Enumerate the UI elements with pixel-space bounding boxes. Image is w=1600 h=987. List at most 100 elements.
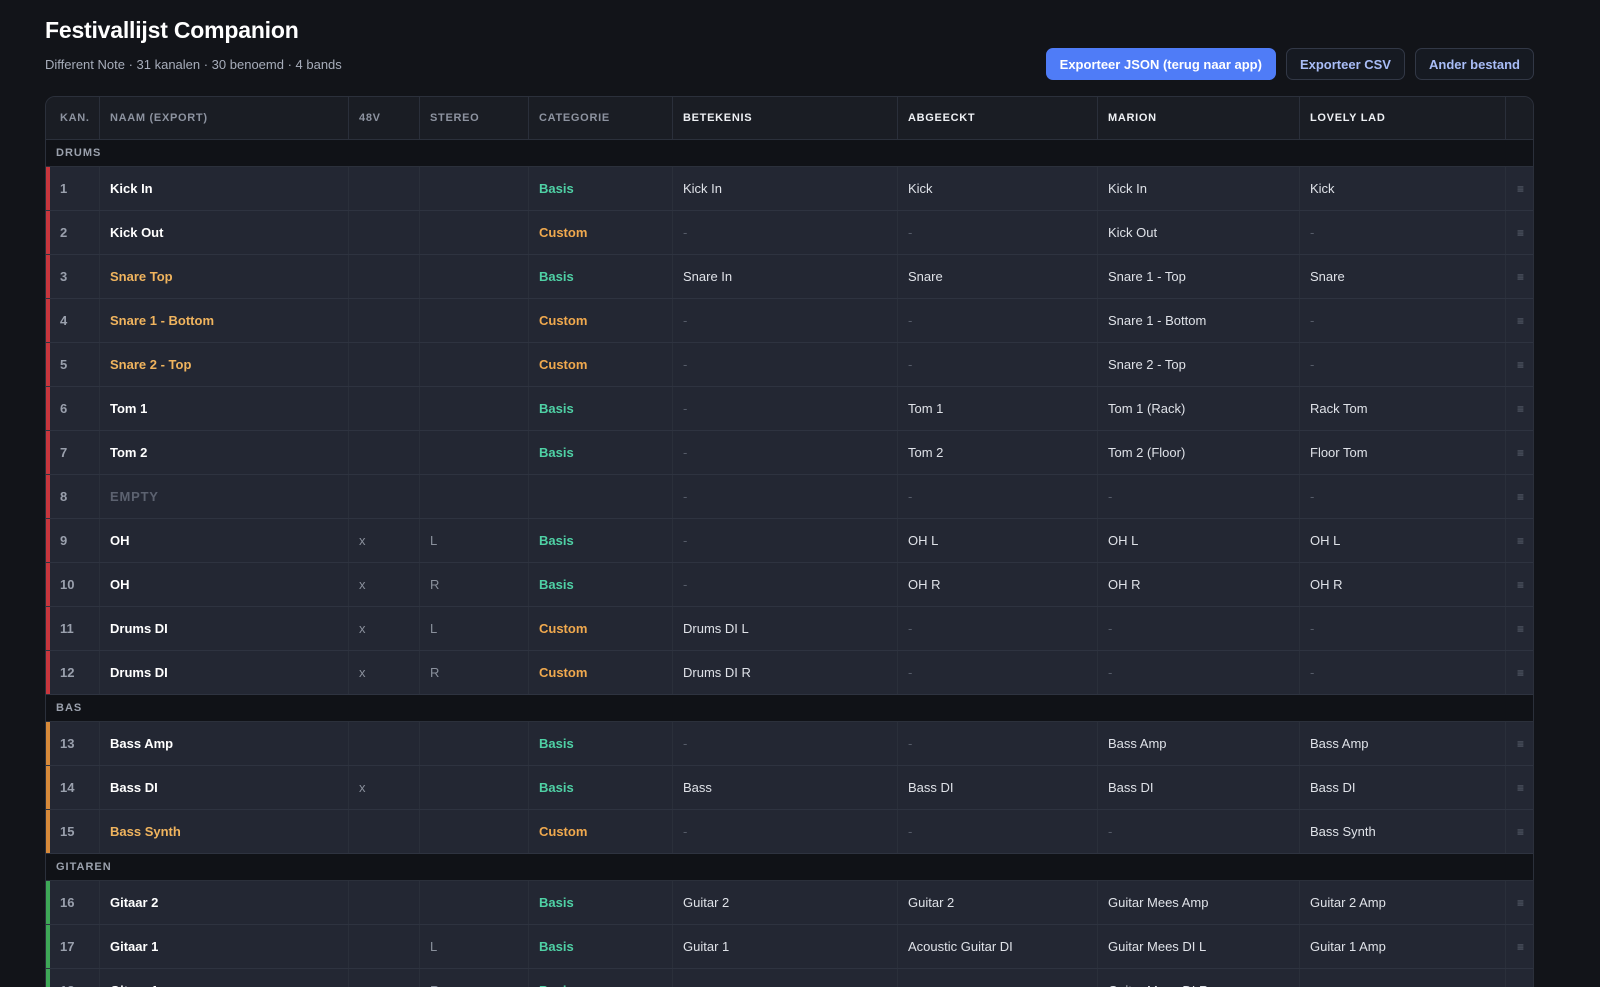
stereo-cell[interactable] — [420, 299, 529, 342]
drag-handle-icon[interactable]: ≡ — [1517, 314, 1524, 328]
phantom-48v-cell[interactable] — [349, 299, 420, 342]
category-cell[interactable]: Custom — [529, 607, 673, 650]
abgeeckt-cell[interactable]: Guitar 2 — [898, 881, 1098, 924]
channel-name[interactable]: Snare 1 - Bottom — [100, 299, 349, 342]
channel-name[interactable]: Snare Top — [100, 255, 349, 298]
drag-handle-icon[interactable]: ≡ — [1517, 940, 1524, 954]
abgeeckt-cell[interactable]: Acoustic Guitar DI — [898, 925, 1098, 968]
channel-name[interactable]: Gitaar 1 — [100, 925, 349, 968]
betekenis-cell[interactable]: Snare In — [673, 255, 898, 298]
betekenis-cell[interactable]: - — [673, 810, 898, 853]
export-json-button[interactable]: Exporteer JSON (terug naar app) — [1045, 48, 1276, 80]
betekenis-cell[interactable]: Guitar 2 — [673, 881, 898, 924]
column-header-48v[interactable]: 48V — [349, 97, 420, 139]
stereo-cell[interactable] — [420, 722, 529, 765]
abgeeckt-cell[interactable]: OH R — [898, 563, 1098, 606]
table-row[interactable]: 1 Kick In Basis Kick In Kick Kick In Kick ≡ — [46, 167, 1533, 211]
table-row[interactable]: 14 Bass DI x Basis Bass Bass DI Bass DI Bass DI… — [46, 766, 1533, 810]
lovely-lad-cell[interactable]: - — [1300, 211, 1506, 254]
stereo-cell[interactable] — [420, 431, 529, 474]
abgeeckt-cell[interactable]: - — [898, 607, 1098, 650]
lovely-lad-cell[interactable]: Kick — [1300, 167, 1506, 210]
channel-name[interactable]: Tom 1 — [100, 387, 349, 430]
stereo-cell[interactable] — [420, 881, 529, 924]
marion-cell[interactable]: - — [1098, 651, 1300, 694]
stereo-cell[interactable] — [420, 343, 529, 386]
drag-handle-icon[interactable]: ≡ — [1517, 446, 1524, 460]
stereo-cell[interactable]: R — [420, 651, 529, 694]
abgeeckt-cell[interactable]: - — [898, 343, 1098, 386]
table-row[interactable]: 4 Snare 1 - Bottom Custom - - Snare 1 - Botto… — [46, 299, 1533, 343]
phantom-48v-cell[interactable]: x — [349, 563, 420, 606]
phantom-48v-cell[interactable] — [349, 475, 420, 518]
category-cell[interactable]: Custom — [529, 299, 673, 342]
column-header-betekenis[interactable]: BETEKENIS — [673, 97, 898, 139]
channel-name[interactable]: Bass DI — [100, 766, 349, 809]
stereo-cell[interactable] — [420, 211, 529, 254]
category-cell[interactable] — [529, 475, 673, 518]
marion-cell[interactable]: Kick In — [1098, 167, 1300, 210]
lovely-lad-cell[interactable]: Snare — [1300, 255, 1506, 298]
phantom-48v-cell[interactable]: x — [349, 607, 420, 650]
phantom-48v-cell[interactable] — [349, 387, 420, 430]
channel-name[interactable]: Bass Amp — [100, 722, 349, 765]
lovely-lad-cell[interactable]: - — [1300, 651, 1506, 694]
table-row[interactable]: 10 OH x R Basis - OH R OH R OH R ≡ — [46, 563, 1533, 607]
table-row[interactable]: 11 Drums DI x L Custom Drums DI L - - - ≡ — [46, 607, 1533, 651]
channel-name[interactable]: Kick Out — [100, 211, 349, 254]
category-cell[interactable]: Basis — [529, 881, 673, 924]
table-row[interactable]: 3 Snare Top Basis Snare In Snare Snare 1 - To… — [46, 255, 1533, 299]
table-row[interactable]: 9 OH x L Basis - OH L OH L OH L ≡ — [46, 519, 1533, 563]
category-cell[interactable]: Custom — [529, 810, 673, 853]
lovely-lad-cell[interactable]: Guitar 1 Amp — [1300, 925, 1506, 968]
abgeeckt-cell[interactable]: - — [898, 810, 1098, 853]
table-row[interactable]: 15 Bass Synth Custom - - - Bass Synth ≡ — [46, 810, 1533, 854]
stereo-cell[interactable] — [420, 475, 529, 518]
stereo-cell[interactable]: R — [420, 563, 529, 606]
channel-name[interactable]: EMPTY — [100, 475, 349, 518]
betekenis-cell[interactable]: - — [673, 722, 898, 765]
category-cell[interactable]: Basis — [529, 387, 673, 430]
channel-name[interactable]: Tom 2 — [100, 431, 349, 474]
column-header-categorie[interactable]: CATEGORIE — [529, 97, 673, 139]
column-header-stereo[interactable]: STEREO — [420, 97, 529, 139]
marion-cell[interactable]: Guitar Mees DI L — [1098, 925, 1300, 968]
drag-handle-icon[interactable]: ≡ — [1517, 666, 1524, 680]
phantom-48v-cell[interactable] — [349, 431, 420, 474]
drag-handle-icon[interactable]: ≡ — [1517, 825, 1524, 839]
betekenis-cell[interactable]: - — [673, 211, 898, 254]
export-csv-button[interactable]: Exporteer CSV — [1285, 48, 1405, 80]
marion-cell[interactable]: OH R — [1098, 563, 1300, 606]
drag-handle-icon[interactable]: ≡ — [1517, 578, 1524, 592]
channel-name[interactable]: Drums DI — [100, 607, 349, 650]
phantom-48v-cell[interactable] — [349, 211, 420, 254]
lovely-lad-cell[interactable]: Rack Tom — [1300, 387, 1506, 430]
phantom-48v-cell[interactable] — [349, 881, 420, 924]
lovely-lad-cell[interactable]: Guitar 2 Amp — [1300, 881, 1506, 924]
drag-handle-icon[interactable]: ≡ — [1517, 737, 1524, 751]
betekenis-cell[interactable]: Guitar 1 — [673, 925, 898, 968]
drag-handle-icon[interactable]: ≡ — [1517, 534, 1524, 548]
lovely-lad-cell[interactable]: - — [1300, 299, 1506, 342]
phantom-48v-cell[interactable]: x — [349, 519, 420, 562]
betekenis-cell[interactable]: - — [673, 343, 898, 386]
drag-handle-icon[interactable]: ≡ — [1517, 622, 1524, 636]
table-row[interactable]: 8 EMPTY - - - - ≡ — [46, 475, 1533, 519]
marion-cell[interactable]: Kick Out — [1098, 211, 1300, 254]
lovely-lad-cell[interactable]: - — [1300, 475, 1506, 518]
channel-name[interactable]: OH — [100, 519, 349, 562]
stereo-cell[interactable]: L — [420, 607, 529, 650]
lovely-lad-cell[interactable]: - — [1300, 343, 1506, 386]
category-cell[interactable]: Basis — [529, 255, 673, 298]
category-cell[interactable]: Basis — [529, 969, 673, 987]
phantom-48v-cell[interactable] — [349, 343, 420, 386]
marion-cell[interactable]: Bass Amp — [1098, 722, 1300, 765]
drag-handle-icon[interactable]: ≡ — [1517, 226, 1524, 240]
drag-handle-icon[interactable]: ≡ — [1517, 490, 1524, 504]
channel-name[interactable]: OH — [100, 563, 349, 606]
channel-name[interactable]: Gitaar 1 — [100, 969, 349, 987]
abgeeckt-cell[interactable]: Tom 2 — [898, 431, 1098, 474]
lovely-lad-cell[interactable]: - — [1300, 969, 1506, 987]
phantom-48v-cell[interactable] — [349, 810, 420, 853]
phantom-48v-cell[interactable]: x — [349, 766, 420, 809]
